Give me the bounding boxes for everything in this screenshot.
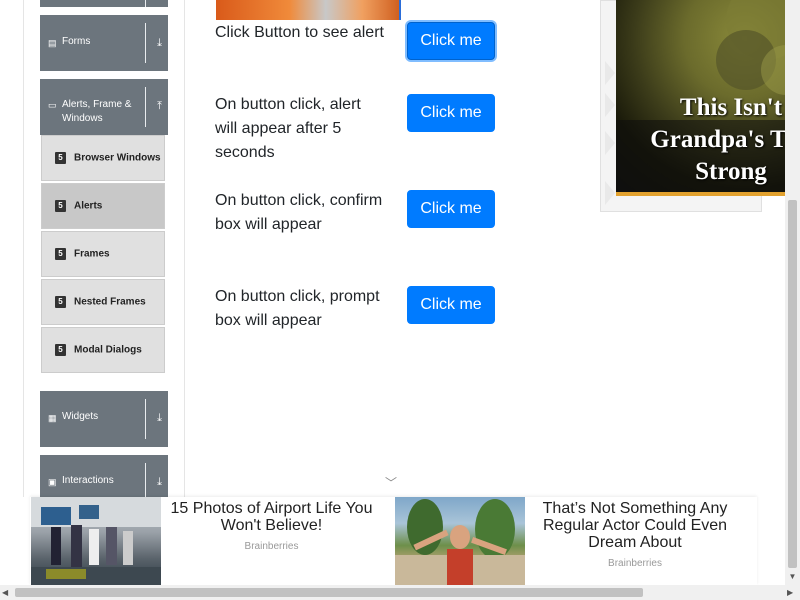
ad-title-airport[interactable]: 15 Photos of Airport Life You Won't Beli… <box>165 500 378 534</box>
list-icon: ▤ <box>48 38 57 48</box>
scroll-down-arrow-icon[interactable]: ▼ <box>786 571 799 583</box>
sidebar-group-alerts-frame-windows[interactable]: ▭ Alerts, Frame & Windows ⤒ <box>40 79 168 135</box>
prompt-row-label: On button click, prompt box will appear <box>215 288 380 329</box>
side-ad-headline[interactable]: This Isn't Grandpa's The Strong <box>616 92 800 188</box>
confirm-button[interactable]: Click me <box>407 190 495 228</box>
group-divider <box>145 399 146 439</box>
sidebar-group-elements[interactable] <box>40 0 168 7</box>
collapse-chevron-icon[interactable]: ﹀ <box>383 476 399 490</box>
html5-icon: 5 <box>55 296 66 308</box>
sidebar-item-label: Browser Windows <box>74 152 161 164</box>
top-banner-image <box>216 0 401 20</box>
ad-source-actor: Brainberries <box>608 558 662 569</box>
sidebar-item-alerts[interactable]: 5 Alerts <box>41 183 165 229</box>
sidebar-item-frames[interactable]: 5 Frames <box>41 231 165 277</box>
confirm-row-label: On button click, confirm box will appear <box>215 192 383 233</box>
download-icon[interactable]: ⤓ <box>157 476 162 488</box>
sidebar-item-label: Modal Dialogs <box>74 344 142 356</box>
alert-button[interactable]: Click me <box>407 22 495 60</box>
sidebar-group-forms[interactable]: ▤ Forms ⤓ <box>40 15 168 71</box>
sidebar-item-label: Alerts <box>74 200 103 212</box>
html5-icon: 5 <box>55 200 66 212</box>
prompt-button[interactable]: Click me <box>407 286 495 324</box>
download-icon[interactable]: ⤓ <box>157 412 162 424</box>
download-icon[interactable]: ⤓ <box>157 37 162 49</box>
sidebar-item-label: Nested Frames <box>74 296 146 308</box>
scroll-right-arrow-icon[interactable]: ▶ <box>787 587 797 599</box>
sidebar-group-label: Forms <box>62 36 91 47</box>
airport-photo <box>31 497 161 585</box>
sidebar-item-nested-frames[interactable]: 5 Nested Frames <box>41 279 165 325</box>
group-divider <box>145 23 146 63</box>
ad-source-airport: Brainberries <box>244 541 299 552</box>
sidebar-item-browser-windows[interactable]: 5 Browser Windows <box>41 135 165 181</box>
horizontal-scroll-thumb[interactable] <box>15 588 643 597</box>
html5-icon: 5 <box>55 344 66 356</box>
upload-icon[interactable]: ⤒ <box>157 100 162 112</box>
sidebar-group-widgets[interactable]: ▦ Widgets ⤓ <box>40 391 168 447</box>
ad-thumbnail-actor[interactable] <box>395 497 525 585</box>
actor-photo <box>395 499 525 585</box>
sidebar-item-label: Frames <box>74 248 110 260</box>
ad-title-actor[interactable]: That’s Not Something Any Regular Actor C… <box>535 500 735 551</box>
html5-icon: 5 <box>55 152 66 164</box>
ad-thumbnail-airport[interactable] <box>31 497 161 585</box>
timer-alert-button[interactable]: Click me <box>407 94 495 132</box>
group-divider <box>145 87 146 127</box>
square-icon: ▣ <box>48 477 57 487</box>
vertical-scroll-thumb[interactable] <box>788 200 797 568</box>
sidebar-group-label: Widgets <box>62 411 99 422</box>
html5-icon: 5 <box>55 248 66 260</box>
sidebar-item-modal-dialogs[interactable]: 5 Modal Dialogs <box>41 327 165 373</box>
group-divider <box>145 0 146 7</box>
timer-alert-row-label: On button click, alert will appear after… <box>215 96 361 161</box>
window-icon: ▭ <box>48 100 57 110</box>
sidebar-group-label: Alerts, Frame & Windows <box>62 99 132 124</box>
grid-icon: ▦ <box>48 413 57 423</box>
sidebar-group-label: Interactions <box>62 475 114 486</box>
alert-row-label: Click Button to see alert <box>215 24 384 41</box>
scroll-left-arrow-icon[interactable]: ◀ <box>2 587 12 599</box>
